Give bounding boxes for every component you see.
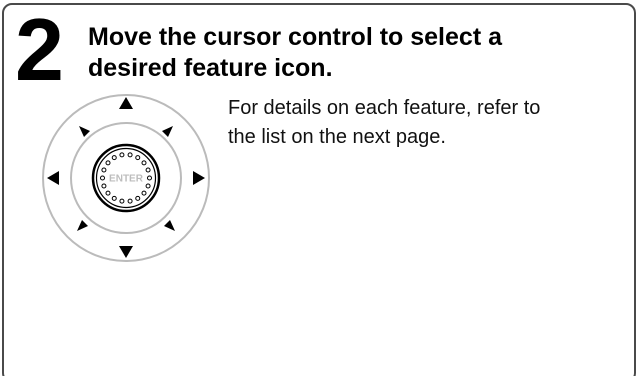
enter-button-stud (119, 198, 125, 204)
enter-button-stud (100, 175, 105, 181)
description-line-2: the list on the next page. (228, 126, 446, 148)
enter-button-stud (135, 195, 141, 201)
enter-button-stud (127, 198, 133, 204)
enter-button-stud (141, 160, 147, 166)
enter-button-stud (119, 152, 125, 158)
enter-label: ENTER (109, 174, 144, 185)
enter-button-stud (111, 155, 117, 161)
step-title-line-2: desired feature icon. (88, 54, 333, 82)
enter-button-stud (105, 190, 111, 196)
enter-button-stud (101, 167, 107, 173)
enter-button-stud (111, 195, 117, 201)
enter-button-stud (101, 183, 107, 189)
enter-button-stud (145, 167, 151, 173)
cursor-control-illustration: ENTER (40, 92, 212, 264)
enter-button-stud (147, 175, 152, 181)
enter-button-stud (135, 155, 141, 161)
enter-button-stud (105, 160, 111, 166)
manual-page: 2 Move the cursor control to select a de… (0, 0, 641, 376)
enter-button-stud (127, 152, 133, 158)
cursor-control-icon: ENTER (42, 94, 210, 262)
enter-button-stud (141, 190, 147, 196)
step-number: 2 (15, 0, 64, 99)
description-line-1: For details on each feature, refer to (228, 97, 541, 119)
step-description: For details on each feature, refer to th… (228, 94, 628, 152)
step-title: Move the cursor control to select a desi… (88, 22, 628, 84)
enter-button-stud (145, 183, 151, 189)
step-title-line-1: Move the cursor control to select a (88, 23, 502, 51)
